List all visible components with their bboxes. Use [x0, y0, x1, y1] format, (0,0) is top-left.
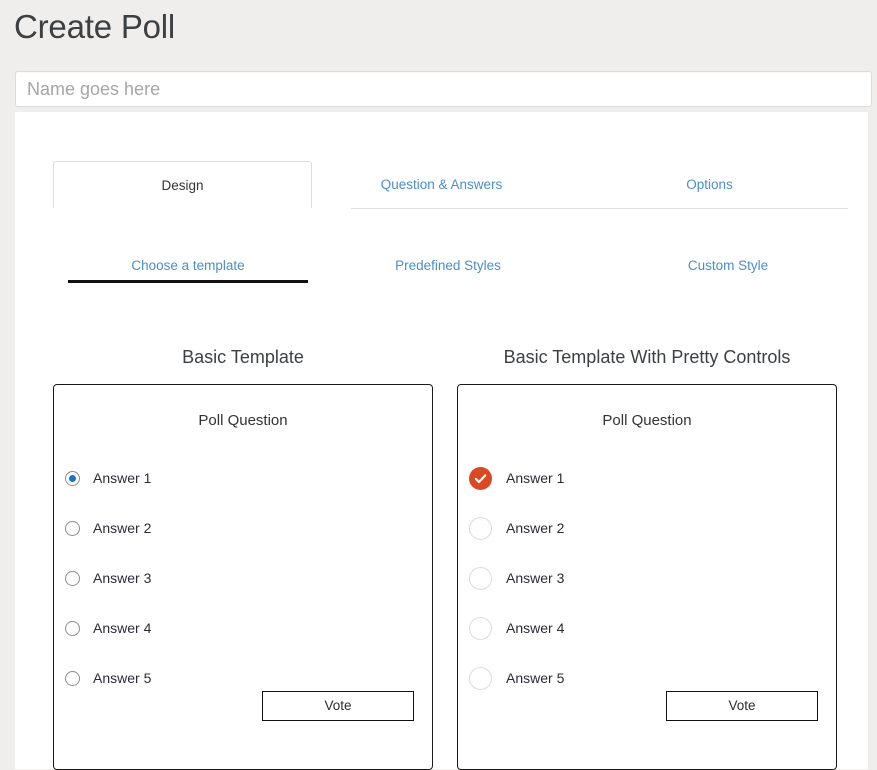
answer-label: Answer 3 — [506, 570, 565, 586]
radio-button-icon[interactable] — [469, 666, 492, 690]
answer-label: Answer 5 — [506, 670, 565, 686]
left-gutter — [0, 112, 15, 769]
answer-option[interactable]: Answer 2 — [54, 503, 432, 553]
answer-label: Answer 5 — [93, 670, 152, 686]
page-title: Create Poll — [14, 8, 176, 45]
template-basic-pretty: Basic Template With Pretty Controls Poll… — [457, 344, 837, 770]
answer-label: Answer 4 — [93, 620, 152, 636]
tab-options[interactable]: Options — [571, 161, 848, 208]
primary-tab-bar: Design Question & Answers Options — [53, 161, 848, 209]
tab-strip-divider — [351, 208, 848, 209]
radio-button-icon[interactable] — [65, 620, 80, 636]
answer-label: Answer 4 — [506, 620, 565, 636]
answer-label: Answer 2 — [93, 520, 152, 536]
answer-label: Answer 3 — [93, 570, 152, 586]
answer-option[interactable]: Answer 1 — [54, 453, 432, 503]
radio-button-icon[interactable] — [65, 470, 80, 486]
vote-button-container: Vote — [458, 691, 836, 721]
secondary-tab-bar: Choose a template Predefined Styles Cust… — [53, 252, 848, 286]
radio-button-icon[interactable] — [65, 570, 80, 586]
answer-option[interactable]: Answer 4 — [458, 603, 836, 653]
answer-option[interactable]: Answer 3 — [54, 553, 432, 603]
poll-question: Poll Question — [602, 412, 692, 429]
vote-button[interactable]: Vote — [262, 691, 414, 721]
answer-option[interactable]: Answer 3 — [458, 553, 836, 603]
answer-option[interactable]: Answer 4 — [54, 603, 432, 653]
vote-button-container: Vote — [54, 691, 432, 721]
answer-label: Answer 2 — [506, 520, 565, 536]
answer-option[interactable]: Answer 2 — [458, 503, 836, 553]
checkmark-icon — [474, 473, 487, 483]
tab-question-and-answers[interactable]: Question & Answers — [312, 161, 571, 208]
subtab-choose-a-template[interactable]: Choose a template — [68, 252, 308, 283]
answer-list: Answer 1 Answer 2 Answer 3 Answer 4 Answ… — [458, 453, 836, 703]
answer-label: Answer 1 — [506, 470, 565, 486]
radio-button-icon[interactable] — [469, 616, 492, 640]
poll-preview-card[interactable]: Poll Question Answer 1 Answer 2 Answer 3 — [53, 384, 433, 770]
answer-option[interactable]: Answer 1 — [458, 453, 836, 503]
tab-design[interactable]: Design — [53, 161, 312, 208]
template-title: Basic Template With Pretty Controls — [503, 347, 791, 367]
radio-button-icon[interactable] — [65, 520, 80, 536]
radio-button-icon[interactable] — [469, 516, 492, 540]
poll-preview-card[interactable]: Poll Question Answer 1 Answer 2 Answer 3… — [457, 384, 837, 770]
template-title: Basic Template — [182, 347, 304, 367]
subtab-custom-style[interactable]: Custom Style — [618, 252, 838, 280]
content-panel: Design Question & Answers Options Choose… — [15, 112, 868, 770]
answer-label: Answer 1 — [93, 470, 152, 486]
poll-name-input[interactable] — [15, 71, 872, 107]
radio-button-icon[interactable] — [469, 566, 492, 590]
subtab-predefined-styles[interactable]: Predefined Styles — [338, 252, 558, 280]
template-basic: Basic Template Poll Question Answer 1 An… — [53, 344, 433, 770]
poll-question: Poll Question — [198, 412, 288, 429]
radio-check-icon[interactable] — [469, 466, 492, 490]
answer-list: Answer 1 Answer 2 Answer 3 Answer 4 Answ… — [54, 453, 432, 703]
radio-button-icon[interactable] — [65, 670, 80, 686]
vote-button[interactable]: Vote — [666, 691, 818, 721]
